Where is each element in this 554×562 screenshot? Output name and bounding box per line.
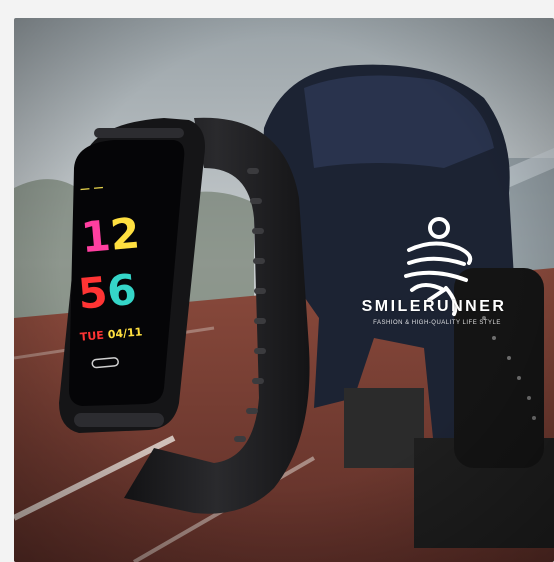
hour-digit-2: 2 xyxy=(108,208,141,259)
brand-name: SMILERUNNER xyxy=(361,298,507,315)
watch-dash-icon: — — xyxy=(80,182,104,195)
minute-digit-2: 6 xyxy=(105,265,138,316)
watch-date: 04/11 xyxy=(107,325,143,341)
brand-tagline: FASHION & HIGH-QUALITY LIFE STYLE xyxy=(373,320,501,326)
svg-text:56: 56 xyxy=(76,265,139,319)
svg-text:12: 12 xyxy=(79,208,142,262)
watch-display: — — 12 56 TUE 04/11 xyxy=(76,182,473,369)
product-image: — — 12 56 TUE 04/11 SMILERUNNER FASHION … xyxy=(14,18,554,562)
minute-digit-1: 5 xyxy=(76,267,109,318)
watch-day: TUE xyxy=(79,329,104,344)
watch-button-icon xyxy=(91,357,119,369)
hour-digit-1: 1 xyxy=(79,211,112,262)
